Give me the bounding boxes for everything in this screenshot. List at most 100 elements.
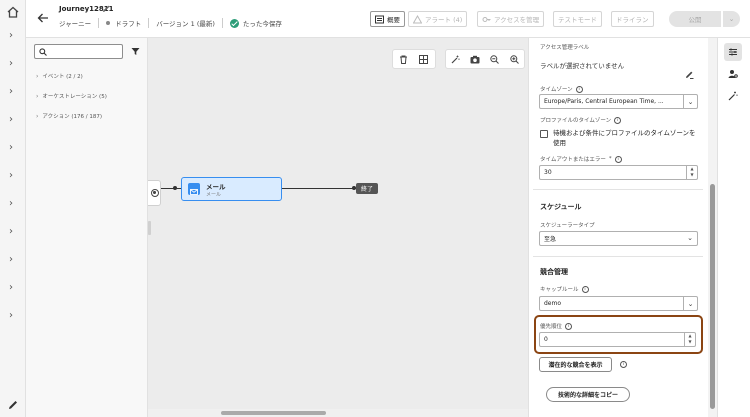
- node-toolbar: [392, 49, 436, 69]
- chevron-right-icon[interactable]: ›: [9, 283, 17, 293]
- priority-input[interactable]: 0 ▲ ▼: [539, 332, 696, 347]
- search-input[interactable]: [34, 44, 123, 59]
- status-dot-icon: [106, 21, 111, 25]
- publish-dropdown-icon[interactable]: ⌄: [723, 11, 740, 27]
- timeout-label: タイムアウトまたはエラー * i: [540, 155, 622, 163]
- node-title: メール: [206, 183, 226, 191]
- zoom-out-icon[interactable]: [485, 50, 505, 68]
- home-icon[interactable]: [6, 5, 20, 19]
- chevron-right-icon[interactable]: ›: [9, 143, 17, 153]
- chevron-right-icon[interactable]: ›: [9, 31, 17, 41]
- properties-icon[interactable]: [724, 43, 742, 61]
- timezone-label: タイムゾーン i: [540, 85, 583, 93]
- back-arrow-icon[interactable]: [36, 11, 50, 25]
- save-status: たった今保存: [242, 20, 282, 28]
- show-conflicts-button[interactable]: 潜在的な競合を表示: [539, 357, 612, 372]
- vertical-scrollbar[interactable]: [708, 38, 717, 417]
- timeout-input[interactable]: 30 ▲ ▼: [539, 165, 698, 180]
- info-icon[interactable]: i: [575, 85, 583, 93]
- search-icon: [39, 48, 47, 56]
- camera-icon[interactable]: [466, 50, 486, 68]
- filter-icon[interactable]: [131, 47, 140, 56]
- version-label: バージョン 1 (最新): [156, 20, 215, 28]
- stepper-icon[interactable]: ▲ ▼: [686, 166, 697, 179]
- pencil-icon[interactable]: [7, 399, 19, 411]
- connector-dot: [173, 186, 177, 190]
- chevron-right-icon[interactable]: ›: [9, 59, 17, 69]
- node-subtitle: メール: [206, 192, 222, 198]
- divider: [98, 18, 100, 28]
- info-icon[interactable]: i: [620, 361, 627, 368]
- dry-run-label: ドライラン: [616, 16, 649, 24]
- alerts-button[interactable]: アラート (4): [408, 11, 468, 27]
- email-icon: [188, 183, 200, 195]
- test-mode-button[interactable]: テストモード: [553, 11, 602, 27]
- breadcrumb-journey[interactable]: ジャーニー: [59, 18, 91, 28]
- summary-icon: [375, 15, 384, 23]
- activity-palette: › イベント (2 / 2) › オーケストレーション (5) › アクション (17…: [26, 38, 148, 417]
- chevron-right-icon[interactable]: ›: [9, 87, 17, 97]
- info-icon[interactable]: i: [614, 116, 622, 124]
- copy-node-icon[interactable]: [413, 50, 433, 68]
- profile-tz-checkbox[interactable]: [540, 130, 548, 138]
- chevron-right-icon: ›: [36, 112, 39, 120]
- category-label: オーケストレーション (5): [42, 94, 107, 100]
- scrollbar-thumb[interactable]: [221, 411, 326, 415]
- breadcrumb: ジャーニー ドラフト バージョン 1 (最新) たった今保存: [59, 18, 282, 28]
- magic-wand-icon[interactable]: [446, 50, 466, 68]
- scheduler-type-select[interactable]: 至急 ⌄: [539, 231, 698, 246]
- priority-value: 0: [544, 336, 548, 343]
- chevron-right-icon[interactable]: ›: [9, 227, 17, 237]
- start-node[interactable]: [148, 180, 161, 206]
- chevron-right-icon[interactable]: ›: [9, 311, 17, 321]
- panel-resize-handle[interactable]: [148, 221, 151, 235]
- journey-canvas[interactable]: メール メール 終了: [148, 38, 528, 417]
- publish-button[interactable]: 公開: [669, 11, 721, 27]
- profile-tz-checkbox-label: 待機および条件にプロファイルのタイムゾーンを使用: [553, 129, 696, 147]
- info-icon[interactable]: i: [614, 155, 622, 163]
- priority-label-text: 優先順位: [540, 324, 563, 330]
- user-settings-icon[interactable]: [724, 65, 742, 83]
- chevron-right-icon[interactable]: ›: [9, 255, 17, 265]
- capping-rule-select[interactable]: demo ⌄: [539, 296, 698, 311]
- edit-title-icon[interactable]: [102, 4, 111, 13]
- scheduler-type-label: スケジューラータイプ: [540, 223, 595, 229]
- edit-labels-icon[interactable]: [685, 70, 694, 79]
- category-orchestration[interactable]: › オーケストレーション (5): [36, 92, 107, 101]
- key-icon: [482, 16, 491, 22]
- timezone-value: Europe/Paris, Central European Time, ...: [544, 98, 664, 105]
- chevron-right-icon[interactable]: ›: [9, 115, 17, 125]
- zoom-in-icon[interactable]: [505, 50, 525, 68]
- right-icon-rail: [717, 38, 750, 417]
- manage-access-button[interactable]: アクセスを管理: [477, 11, 545, 27]
- chevron-right-icon[interactable]: ›: [9, 199, 17, 209]
- category-actions[interactable]: › アクション (176 / 187): [36, 112, 102, 121]
- manage-access-label: アクセスを管理: [494, 16, 540, 24]
- magic-wand-icon[interactable]: [724, 87, 742, 105]
- divider: [221, 18, 223, 28]
- no-label-text: ラベルが選択されていません: [540, 62, 625, 70]
- horizontal-scrollbar[interactable]: [148, 409, 528, 417]
- capping-rule-value: demo: [544, 300, 562, 307]
- stepper-icon[interactable]: ▲ ▼: [684, 333, 695, 346]
- email-action-node[interactable]: メール メール: [181, 177, 282, 201]
- info-icon[interactable]: i: [581, 285, 589, 293]
- copy-technical-details-button[interactable]: 技術的な詳細をコピー: [546, 387, 630, 402]
- category-events[interactable]: › イベント (2 / 2): [36, 72, 83, 81]
- profile-tz-label: プロファイルのタイムゾーン i: [540, 116, 622, 124]
- status-badge: ドラフト: [115, 20, 142, 28]
- chevron-right-icon[interactable]: ›: [9, 171, 17, 181]
- chevron-down-icon: ⌄: [683, 95, 697, 108]
- info-icon[interactable]: i: [565, 322, 573, 330]
- canvas-toolbar: [445, 49, 525, 69]
- saved-check-icon: [229, 18, 239, 28]
- delete-icon[interactable]: [393, 50, 413, 68]
- divider: [533, 189, 703, 190]
- summary-button[interactable]: 概要: [370, 11, 405, 27]
- timezone-select[interactable]: Europe/Paris, Central European Time, ...…: [539, 94, 698, 109]
- dry-run-button[interactable]: ドライラン: [611, 11, 654, 27]
- alert-icon: [413, 14, 422, 23]
- end-node[interactable]: 終了: [356, 183, 379, 194]
- alerts-label: アラート (4): [425, 16, 463, 24]
- scrollbar-thumb[interactable]: [710, 184, 715, 409]
